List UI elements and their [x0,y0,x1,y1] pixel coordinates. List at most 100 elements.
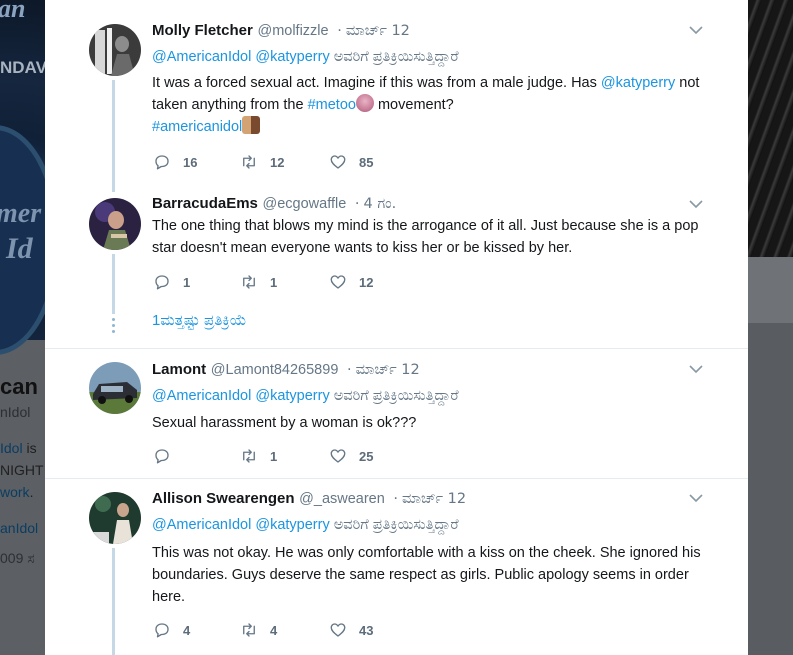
retweet-icon [243,155,255,169]
tweet-header: Lamont @Lamont84265899 · ಮಾರ್ಚ್ 12 [152,361,420,378]
reply-count: 16 [183,154,198,170]
avatar[interactable] [89,198,141,250]
background-profile-name: can I [0,374,45,399]
reply-button[interactable]: 1 [153,273,190,291]
retweet-button[interactable]: 12 [240,153,284,171]
retweet-icon [243,275,255,289]
replying-to-mentions[interactable]: @AmericanIdol @katyperry [152,388,330,404]
author-handle[interactable]: @molfizzle [257,23,328,39]
like-count: 12 [359,274,374,290]
tweet-text: Sexual harassment by a woman is ok??? [152,415,417,431]
tweet-timestamp[interactable]: ಮಾರ್ಚ್ 12 [402,491,466,507]
show-more-replies-link[interactable]: 1ಮತ್ತಷ್ಟು ಪ್ರತಿಕ್ರಿಯೆ [152,312,247,329]
replying-to: @AmericanIdol @katyperry ಅವರಿಗೆ ಪ್ರತಿಕ್ರ… [152,517,459,533]
tweet-replies-modal: Molly Fletcher @molfizzle · ಮಾರ್ಚ್ 12 @Am… [45,0,748,655]
retweet-count: 1 [270,274,278,290]
reply-icon [155,449,169,464]
like-count: 43 [359,622,374,638]
background-bio-line: Idol is [0,440,37,456]
chevron-down-icon[interactable] [688,22,704,38]
like-count: 85 [359,154,374,170]
reply-button[interactable] [153,447,183,465]
replying-to-label: ಅವರಿಗೆ ಪ್ರತಿಕ್ರಿಯಿಸುತ್ತಿದ್ದಾರೆ [329,388,459,404]
retweet-button[interactable]: 1 [240,447,277,465]
background-join-date: 009 ಸ [0,550,35,566]
author-handle[interactable]: @Lamont84265899 [211,362,339,378]
replying-to-label: ಅವರಿಗೆ ಪ್ರತಿಕ್ರಿಯಿಸುತ್ತಿದ್ದಾರೆ [329,517,459,533]
background-bio-line: NIGHT [0,462,44,478]
background-hero-text: an [0,0,26,23]
reply-count: 4 [183,622,191,638]
heart-icon [330,449,346,463]
emoji-icon [355,94,374,112]
separator-dot: · [354,196,360,212]
hashtag-link[interactable]: #metoo [308,97,356,113]
tweet-header: Allison Swearengen @_aswearen · ಮಾರ್ಚ್ 12 [152,490,466,507]
author-name[interactable]: Molly Fletcher [152,22,253,39]
retweet-button[interactable]: 1 [240,273,277,291]
tweet-text: This was not okay. He was only comfortab… [152,545,701,605]
background-profile-handle: nIdol [0,404,31,420]
tweet-header: Molly Fletcher @molfizzle · ಮಾರ್ಚ್ 12 [152,22,410,39]
retweet-count: 4 [270,622,278,638]
reply-tweet[interactable]: Allison Swearengen @_aswearen · ಮಾರ್ಚ್ 12… [45,479,748,655]
like-button[interactable]: 25 [329,447,373,465]
reply-tweet[interactable]: BarracudaEms @ecgowaffle · 4 ಗಂ. The one … [45,190,748,348]
background-logo-text: mer [0,198,42,229]
background-page-left: an NDAV mer Id can I nIdol Idol is NIGHT… [0,0,45,655]
author-handle[interactable]: @ecgowaffle [263,196,347,212]
tweet-timestamp[interactable]: ಮಾರ್ಚ್ 12 [356,362,420,378]
like-count: 25 [359,448,374,464]
replying-to: @AmericanIdol @katyperry ಅವರಿಗೆ ಪ್ರತಿಕ್ರ… [152,388,459,404]
author-name[interactable]: BarracudaEms [152,195,258,212]
avatar[interactable] [89,362,141,414]
mention-link[interactable]: @katyperry [601,75,675,91]
emoji-icon [242,116,261,134]
retweet-icon [243,623,255,637]
more-replies-dots [111,318,116,336]
avatar[interactable] [89,24,141,76]
background-hero-text: NDAV [0,58,45,77]
replying-to-mentions[interactable]: @AmericanIdol @katyperry [152,517,330,533]
separator-dot: · [337,23,342,39]
tweet-text-segment: movement? [373,97,454,113]
reply-button[interactable]: 4 [153,621,190,639]
retweet-button[interactable]: 4 [240,621,277,639]
author-name[interactable]: Lamont [152,361,206,378]
author-name[interactable]: Allison Swearengen [152,490,295,507]
reply-count: 1 [183,274,191,290]
tweet-text: The one thing that blows my mind is the … [152,218,699,256]
tweet-text-segment: It was a forced sexual act. Imagine if t… [152,75,601,91]
background-bio-link: anIdol [0,520,39,536]
author-handle[interactable]: @_aswearen [299,491,385,507]
like-button[interactable]: 12 [329,273,373,291]
reply-icon [155,155,169,170]
hashtag-link[interactable]: #americanidol [152,119,242,135]
reply-button[interactable]: 16 [153,153,197,171]
background-panel-strip [748,257,793,323]
heart-icon [330,623,346,637]
reply-icon [155,623,169,638]
chevron-down-icon[interactable] [688,490,704,506]
reply-tweet[interactable]: Molly Fletcher @molfizzle · ಮಾರ್ಚ್ 12 @Am… [45,0,748,192]
like-button[interactable]: 85 [329,153,373,171]
separator-dot: · [393,491,399,507]
chevron-down-icon[interactable] [688,196,704,212]
thread-line [112,80,115,192]
tweet-timestamp[interactable]: 4 ಗಂ. [364,196,397,212]
replying-to-mentions[interactable]: @AmericanIdol @katyperry [152,49,330,65]
replying-to-label: ಅವರಿಗೆ ಪ್ರತಿಕ್ರಿಯಿಸುತ್ತಿದ್ದಾರೆ [329,49,459,65]
avatar[interactable] [89,492,141,544]
tweet-text: It was a forced sexual act. Imagine if t… [152,72,712,138]
thread-line [112,254,115,314]
separator-dot: · [347,362,352,378]
thread-line [112,548,115,655]
tweet-timestamp[interactable]: ಮಾರ್ಚ್ 12 [346,23,410,39]
like-button[interactable]: 43 [329,621,373,639]
chevron-down-icon[interactable] [688,361,704,377]
retweet-count: 12 [270,154,285,170]
background-bio-line: work. [0,484,34,500]
heart-icon [330,275,346,289]
background-hero-image: an NDAV mer Id [0,0,45,355]
reply-tweet[interactable]: Lamont @Lamont84265899 · ಮಾರ್ಚ್ 12 @Ameri… [45,349,748,478]
